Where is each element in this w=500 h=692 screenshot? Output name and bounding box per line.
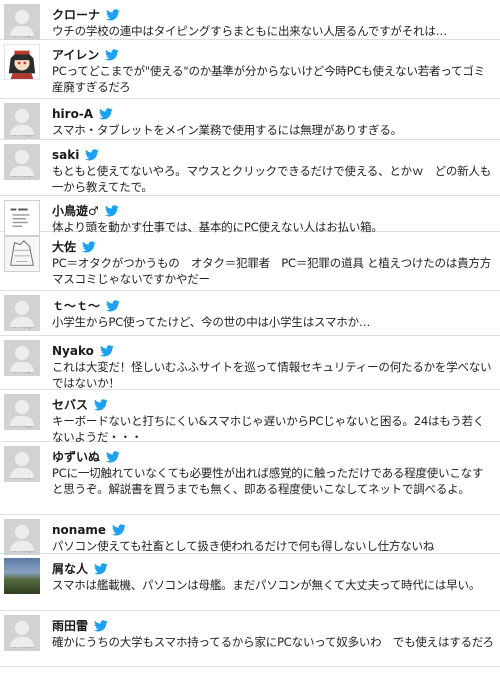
- tweet-text: ウチの学校の連中はタイピングすらまともに出来ない人居るんですがそれは…: [52, 24, 447, 38]
- username[interactable]: 屑な人: [52, 562, 88, 576]
- tweet-row[interactable]: no image ゆずいぬ PCに一切触れていなくても必要性が出れば感覚的に触っただ…: [0, 442, 500, 515]
- twitter-bird-icon[interactable]: [106, 297, 120, 312]
- tweet-header: Nyako: [52, 340, 494, 359]
- tweet-feed: no image クローナウチの学校の連中はタイピングすらまともに出来ない人居るん…: [0, 0, 500, 692]
- tweet-header: クローナ: [52, 4, 494, 23]
- no-image-avatar[interactable]: no image: [4, 4, 40, 40]
- tweet-text: 確かにうちの大学もスマホ持ってるから家にPCないって奴多いわ でも使えはするだろ: [52, 635, 494, 649]
- username[interactable]: 小鳥遊♂: [52, 204, 99, 218]
- tweet-header: 大佐: [52, 236, 494, 255]
- twitter-bird-icon[interactable]: [112, 521, 126, 536]
- tweet-row[interactable]: 屑な人スマホは艦載機、パソコンは母艦。まだパソコンが無くて大丈夫って時代には早い…: [0, 554, 500, 611]
- twitter-bird-icon[interactable]: [94, 560, 108, 575]
- username[interactable]: 雨田雷: [52, 619, 88, 633]
- twitter-bird-icon[interactable]: [99, 105, 113, 120]
- tweet-row[interactable]: no image saki もともと使えてないやろ。マウスとクリックできるだけで使え…: [0, 140, 500, 196]
- no-image-label: no image: [10, 644, 34, 650]
- tweet-row[interactable]: no image noname パソコン使えても社畜として扱き使われるだけで何も得し…: [0, 515, 500, 555]
- username[interactable]: noname: [52, 523, 106, 537]
- username[interactable]: アイレン: [52, 48, 99, 62]
- tweet-header: noname: [52, 519, 494, 538]
- tweet-header: アイレン: [52, 44, 494, 63]
- tweet-row[interactable]: no image 雨田雷確かにうちの大学もスマホ持ってるから家にPCないって奴多い…: [0, 611, 500, 667]
- no-image-avatar[interactable]: no image: [4, 144, 40, 180]
- user-avatar[interactable]: [4, 200, 40, 236]
- twitter-bird-icon[interactable]: [82, 238, 96, 253]
- username[interactable]: Nyako: [52, 344, 94, 358]
- tweet-row[interactable]: no image Nyako これは大変だ！怪しいむふふサイトを巡って情報セキュリテ…: [0, 336, 500, 390]
- twitter-bird-icon[interactable]: [94, 617, 108, 632]
- user-avatar[interactable]: [4, 558, 40, 594]
- no-image-avatar[interactable]: no image: [4, 615, 40, 651]
- no-image-label: no image: [10, 173, 34, 179]
- no-image-label: no image: [10, 324, 34, 330]
- tweet-text: 小学生からPC使ってたけど、今の世の中は小学生はスマホか…: [52, 315, 371, 329]
- tweet-text: スマホ・タブレットをメイン業務で使用するには無理がありすぎる。: [52, 123, 402, 137]
- no-image-label: no image: [10, 33, 34, 39]
- user-avatar[interactable]: [4, 44, 40, 80]
- username[interactable]: セバス: [52, 398, 88, 412]
- twitter-bird-icon[interactable]: [106, 448, 120, 463]
- no-image-label: no image: [10, 475, 34, 481]
- no-image-label: no image: [10, 132, 34, 138]
- no-image-label: no image: [10, 369, 34, 375]
- tweet-row[interactable]: 大佐 PC＝オタクがつかうもの オタク＝犯罪者 PC＝犯罪の道具 と植えつけたのは…: [0, 232, 500, 291]
- username[interactable]: ゆずいぬ: [52, 450, 100, 464]
- tweet-text: PCってどこまでが"使える"のか基準が分からないけど今時PCも使えない若者ってゴ…: [52, 64, 485, 94]
- username[interactable]: ｔ～ｔ～: [52, 299, 100, 313]
- tweet-row[interactable]: no image ｔ～ｔ～ 小学生からPC使ってたけど、今の世の中は小学生はスマホか…: [0, 291, 500, 336]
- tweet-text: パソコン使えても社畜として扱き使われるだけで何も得しないし仕方ないね: [52, 539, 435, 553]
- tweet-text: PC＝オタクがつかうもの オタク＝犯罪者 PC＝犯罪の道具 と植えつけたのは貴方…: [52, 256, 492, 286]
- tweet-row[interactable]: no image セバスキーボードないと打ちにくい&スマホじゃ遅いからPCじゃない…: [0, 390, 500, 444]
- twitter-bird-icon[interactable]: [94, 396, 108, 411]
- twitter-bird-icon[interactable]: [105, 46, 120, 61]
- tweet-text: PCに一切触れていなくても必要性が出れば感覚的に触っただけである程度使いこなすと…: [52, 466, 484, 496]
- twitter-bird-icon[interactable]: [85, 146, 100, 161]
- tweet-header: セバス: [52, 394, 494, 413]
- username[interactable]: saki: [52, 148, 79, 162]
- tweet-row[interactable]: アイレン PCってどこまでが"使える"のか基準が分からないけど今時PCも使えない若…: [0, 40, 500, 99]
- no-image-avatar[interactable]: no image: [4, 519, 40, 555]
- tweet-text: もともと使えてないやろ。マウスとクリックできるだけで使える、とかｗ どの新人も一…: [52, 164, 492, 194]
- no-image-label: no image: [10, 423, 34, 429]
- username[interactable]: クローナ: [52, 8, 100, 22]
- tweet-header: hiro-A: [52, 103, 494, 122]
- no-image-avatar[interactable]: no image: [4, 446, 40, 482]
- tweet-header: 雨田雷: [52, 615, 494, 634]
- tweet-row[interactable]: no image hiro-A スマホ・タブレットをメイン業務で使用するには無理があ…: [0, 99, 500, 140]
- tweet-text: スマホは艦載機、パソコンは母艦。まだパソコンが無くて大丈夫って時代には早い。: [52, 578, 481, 592]
- no-image-avatar[interactable]: no image: [4, 394, 40, 430]
- tweet-header: saki: [52, 144, 494, 163]
- tweet-text: キーボードないと打ちにくい&スマホじゃ遅いからPCじゃないと困る。24はもう若く…: [52, 414, 485, 444]
- tweet-header: 小鳥遊♂: [52, 200, 494, 219]
- user-avatar[interactable]: [4, 236, 40, 272]
- twitter-bird-icon[interactable]: [99, 342, 114, 357]
- no-image-avatar[interactable]: no image: [4, 340, 40, 376]
- tweet-row[interactable]: no image クローナウチの学校の連中はタイピングすらまともに出来ない人居るん…: [0, 0, 500, 40]
- username[interactable]: 大佐: [52, 240, 76, 254]
- tweet-header: 屑な人: [52, 558, 494, 577]
- tweet-header: ゆずいぬ: [52, 446, 494, 465]
- tweet-text: これは大変だ！怪しいむふふサイトを巡って情報セキュリティーの何たるかを学べないで…: [52, 360, 492, 390]
- tweet-row[interactable]: 小鳥遊♂ 体より頭を動かす仕事では、基本的にPC使えない人はお払い箱。: [0, 196, 500, 236]
- no-image-avatar[interactable]: no image: [4, 103, 40, 139]
- username[interactable]: hiro-A: [52, 107, 93, 121]
- no-image-avatar[interactable]: no image: [4, 295, 40, 331]
- twitter-bird-icon[interactable]: [104, 202, 119, 217]
- tweet-header: ｔ～ｔ～: [52, 295, 494, 314]
- twitter-bird-icon[interactable]: [106, 6, 120, 21]
